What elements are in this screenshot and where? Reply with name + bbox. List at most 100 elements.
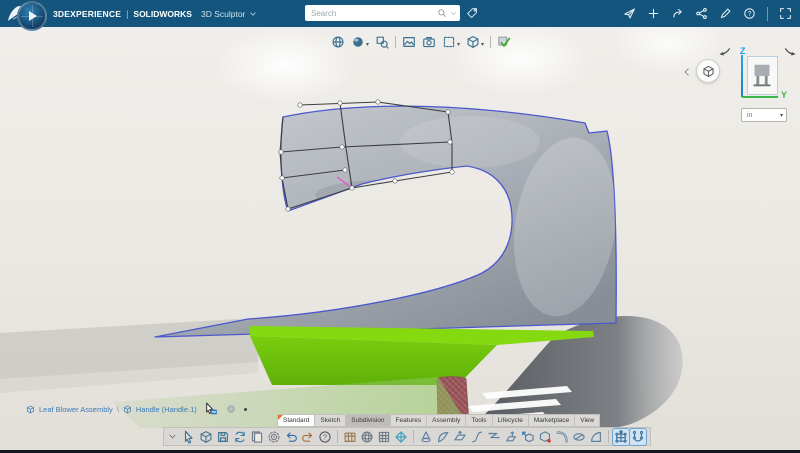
tab-view[interactable]: View: [575, 414, 600, 427]
tab-features[interactable]: Features: [391, 414, 428, 427]
tab-lifecycle[interactable]: Lifecycle: [493, 414, 529, 427]
sculpt-pull-icon[interactable]: [503, 429, 519, 445]
cursor-badge-icon: [204, 402, 218, 416]
sphere-primitive-icon[interactable]: [359, 429, 375, 445]
shell-wedge-icon[interactable]: [588, 429, 604, 445]
help-circle-icon[interactable]: ?: [317, 429, 333, 445]
breadcrumb: Leaf Blower Assembly \ Handle (Handle.1): [26, 402, 247, 416]
fullscreen-icon[interactable]: [779, 7, 792, 20]
units-value: in: [747, 112, 752, 119]
orientation-preview-thumbnail[interactable]: [747, 56, 778, 95]
axis-y-label: Y: [781, 90, 787, 100]
design-cube-tool-icon[interactable]: [198, 429, 214, 445]
polyline-icon[interactable]: [486, 429, 502, 445]
toolbar-separator: [395, 36, 396, 48]
sync-refresh-icon[interactable]: [232, 429, 248, 445]
add-plus-icon[interactable]: [647, 7, 660, 20]
send-plane-icon[interactable]: [623, 7, 636, 20]
delete-face-cube-icon[interactable]: [537, 429, 553, 445]
box-primitive-icon[interactable]: [376, 429, 392, 445]
topbar-separator: [767, 7, 768, 21]
brand-solidworks: SOLIDWORKS: [133, 9, 192, 19]
svg-text:?: ?: [323, 432, 327, 441]
ghost-sphere-icon: [226, 404, 236, 414]
search-options-chevron-icon[interactable]: [450, 10, 457, 17]
section-view-icon[interactable]: [422, 35, 436, 49]
tag-icon[interactable]: [466, 7, 478, 19]
diamond-gem-icon[interactable]: [393, 429, 409, 445]
toolbar-separator: [337, 430, 338, 443]
validate-check-icon[interactable]: [497, 35, 511, 49]
toolbar-separator: [413, 430, 414, 443]
view-mode-cube-icon[interactable]: ▾: [466, 35, 484, 49]
spline-curve-icon[interactable]: [469, 429, 485, 445]
context-dot: [244, 408, 247, 411]
app-switcher-chevron-icon[interactable]: [249, 10, 257, 18]
tab-tools[interactable]: Tools: [466, 414, 492, 427]
copy-sheets-icon[interactable]: [249, 429, 265, 445]
units-dropdown[interactable]: in ▾: [741, 108, 787, 122]
app-name: 3D Sculptor: [201, 9, 245, 19]
save-icon[interactable]: [215, 429, 231, 445]
extrude-cube-arrow-icon[interactable]: [520, 429, 536, 445]
view-cube-button[interactable]: [696, 59, 720, 83]
tab-standard[interactable]: Standard: [277, 414, 315, 427]
display-style-sphere-icon[interactable]: ▾: [351, 35, 369, 49]
search-icon[interactable]: [437, 8, 447, 18]
cage-display-icon[interactable]: [613, 429, 629, 445]
action-bar-tabs: StandardSketchSubdivisionFeaturesAssembl…: [277, 414, 600, 427]
axis-y-line: [742, 96, 778, 98]
compass-quadrants: [21, 5, 43, 27]
topbar-right-icons: ?: [623, 0, 792, 27]
show-cage-box-icon[interactable]: [342, 429, 358, 445]
selection-filter-icon[interactable]: ▾: [442, 35, 460, 49]
surface-flag-icon[interactable]: [435, 429, 451, 445]
3d-viewport-scene: [0, 27, 800, 450]
breadcrumb-root[interactable]: Leaf Blower Assembly: [39, 405, 113, 414]
svg-text:?: ?: [748, 11, 752, 18]
search-input[interactable]: [305, 8, 437, 19]
viewport-toolbar: ▾ ▾ ▾: [331, 35, 511, 49]
undo-icon[interactable]: [283, 429, 299, 445]
toolbar-overflow-chevron-icon[interactable]: [168, 432, 177, 441]
tab-assembly[interactable]: Assembly: [427, 414, 466, 427]
settings-gear-icon[interactable]: [266, 429, 282, 445]
action-bar: StandardSketchSubdivisionFeaturesAssembl…: [163, 427, 651, 446]
solidworks-3d-sculptor-window: 3DEXPERIENCE | SOLIDWORKS 3D Sculptor ?: [0, 0, 800, 453]
brand-divider: |: [126, 9, 128, 19]
face-patch-icon[interactable]: [452, 429, 468, 445]
help-icon[interactable]: ?: [743, 7, 756, 20]
zoom-area-icon[interactable]: [375, 35, 389, 49]
3d-viewport[interactable]: ▾▾▾ Z Y in ▾ Leaf Blower Assembly: [0, 27, 800, 450]
collapse-chevron-icon[interactable]: [682, 64, 692, 74]
select-cursor-tool-icon[interactable]: [181, 429, 197, 445]
assembly-cube-icon: [26, 405, 35, 414]
units-chevron-icon: ▾: [780, 112, 783, 119]
bend-tube-icon[interactable]: [554, 429, 570, 445]
redo-icon[interactable]: [300, 429, 316, 445]
global-search: [305, 5, 460, 21]
tab-marketplace[interactable]: Marketplace: [529, 414, 575, 427]
primitive-top-icon[interactable]: [418, 429, 434, 445]
ink-pen-icon[interactable]: [719, 7, 732, 20]
toolbar-separator: [490, 36, 491, 48]
toolbar-separator: [608, 430, 609, 443]
breadcrumb-current[interactable]: Handle (Handle.1): [136, 405, 197, 414]
3dexperience-compass[interactable]: [17, 1, 47, 31]
share-forward-icon[interactable]: [671, 7, 684, 20]
top-app-bar: 3DEXPERIENCE | SOLIDWORKS 3D Sculptor ?: [0, 0, 800, 27]
split-disc-icon[interactable]: [571, 429, 587, 445]
part-cube-icon: [123, 405, 132, 414]
share-network-icon[interactable]: [695, 7, 708, 20]
cage-edit-icon[interactable]: [630, 429, 646, 445]
rotate-cw-icon[interactable]: [782, 46, 799, 61]
tab-sketch[interactable]: Sketch: [315, 414, 346, 427]
rotate-ccw-icon[interactable]: [716, 46, 733, 61]
capture-image-icon[interactable]: [402, 35, 416, 49]
breadcrumb-separator: \: [117, 405, 119, 414]
action-bar-tools: ?: [163, 427, 651, 446]
tab-subdivision[interactable]: Subdivision: [346, 414, 390, 427]
axis-z-line: [741, 55, 743, 97]
view-globe-icon[interactable]: [331, 35, 345, 49]
brand-3dexperience: 3DEXPERIENCE: [53, 9, 121, 19]
